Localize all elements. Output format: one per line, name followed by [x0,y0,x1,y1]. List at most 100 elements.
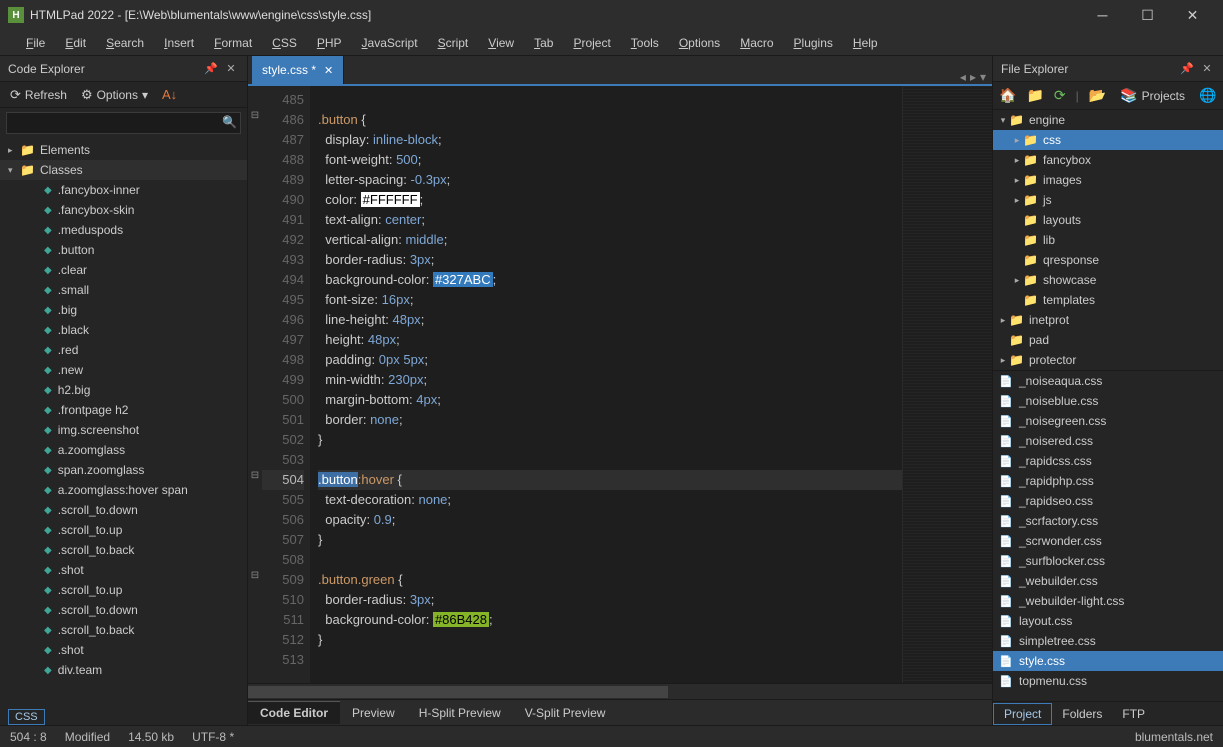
menu-php[interactable]: PHP [307,33,352,53]
folder-js[interactable]: ▸📁js [993,190,1223,210]
fe-tab-project[interactable]: Project [993,703,1052,725]
file-item[interactable]: 📄_rapidcss.css [993,451,1223,471]
class-item[interactable]: ◆img.screenshot [0,420,247,440]
class-item[interactable]: ◆.black [0,320,247,340]
options-button[interactable]: ⚙Options▾ [77,85,152,105]
new-folder-icon[interactable]: 📁 [1026,87,1043,104]
folder-showcase[interactable]: ▸📁showcase [993,270,1223,290]
class-item[interactable]: ◆.small [0,280,247,300]
class-item[interactable]: ◆.shot [0,560,247,580]
minimize-button[interactable]: ─ [1080,0,1125,30]
file-item[interactable]: 📄_scrfactory.css [993,511,1223,531]
class-item[interactable]: ◆.meduspods [0,220,247,240]
folder-layouts[interactable]: 📁layouts [993,210,1223,230]
menu-tools[interactable]: Tools [621,33,669,53]
folder-inetprot[interactable]: ▸📁inetprot [993,310,1223,330]
code-explorer-tree[interactable]: ▸📁Elements▾📁Classes◆.fancybox-inner◆.fan… [0,138,247,725]
menu-macro[interactable]: Macro [730,33,783,53]
menu-search[interactable]: Search [96,33,154,53]
close-button[interactable]: ✕ [1170,0,1215,30]
file-item[interactable]: 📄layout.css [993,611,1223,631]
class-item[interactable]: ◆div.team [0,660,247,680]
tree-group-elements[interactable]: ▸📁Elements [0,140,247,160]
class-item[interactable]: ◆.big [0,300,247,320]
class-item[interactable]: ◆.scroll_to.up [0,580,247,600]
file-item[interactable]: 📄_noisegreen.css [993,411,1223,431]
class-item[interactable]: ◆.scroll_to.back [0,540,247,560]
file-item[interactable]: 📄simpletree.css [993,631,1223,651]
tab-style-css[interactable]: style.css * ✕ [252,56,344,84]
sort-button[interactable]: A↓ [158,85,181,104]
fe-tab-folders[interactable]: Folders [1052,704,1112,724]
class-item[interactable]: ◆.clear [0,260,247,280]
menu-javascript[interactable]: JavaScript [352,33,428,53]
menu-view[interactable]: View [478,33,524,53]
refresh-icon[interactable]: ⟳ [1054,87,1066,104]
folder-qresponse[interactable]: 📁qresponse [993,250,1223,270]
menu-project[interactable]: Project [563,33,620,53]
code-editor[interactable]: ⊟⊟⊟ 485486487488489490491492493494495496… [248,86,992,683]
view-tab-v-split-preview[interactable]: V-Split Preview [513,702,618,724]
home-icon[interactable]: 🏠 [999,87,1016,104]
file-item[interactable]: 📄_noisered.css [993,431,1223,451]
class-item[interactable]: ◆.scroll_to.down [0,500,247,520]
class-item[interactable]: ◆.shot [0,640,247,660]
tab-menu-icon[interactable]: ▾ [980,70,986,84]
search-icon[interactable]: 🔍 [222,115,237,129]
class-item[interactable]: ◆.scroll_to.up [0,520,247,540]
folder-engine[interactable]: ▾📁engine [993,110,1223,130]
file-list[interactable]: 📄_noiseaqua.css📄_noiseblue.css📄_noisegre… [993,370,1223,701]
maximize-button[interactable]: ☐ [1125,0,1170,30]
view-tab-code-editor[interactable]: Code Editor [248,701,340,724]
class-item[interactable]: ◆.scroll_to.down [0,600,247,620]
tab-nav-right-icon[interactable]: ▸ [970,70,976,84]
panel-close-icon[interactable]: ✕ [223,61,239,77]
code-explorer-search-input[interactable] [6,112,241,134]
folder-images[interactable]: ▸📁images [993,170,1223,190]
tab-close-icon[interactable]: ✕ [324,64,333,77]
view-tab-h-split-preview[interactable]: H-Split Preview [407,702,513,724]
class-item[interactable]: ◆.new [0,360,247,380]
fe-tab-ftp[interactable]: FTP [1112,704,1155,724]
menu-format[interactable]: Format [204,33,262,53]
pin-icon[interactable]: 📌 [1179,61,1195,77]
status-encoding[interactable]: UTF-8 * [192,730,234,744]
pin-icon[interactable]: 📌 [203,61,219,77]
tree-group-classes[interactable]: ▾📁Classes [0,160,247,180]
folder-css[interactable]: ▸📁css [993,130,1223,150]
class-item[interactable]: ◆.frontpage h2 [0,400,247,420]
folder-tree[interactable]: ▾📁engine▸📁css▸📁fancybox▸📁images▸📁js📁layo… [993,110,1223,370]
folder-fancybox[interactable]: ▸📁fancybox [993,150,1223,170]
class-item[interactable]: ◆.button [0,240,247,260]
menu-edit[interactable]: Edit [55,33,96,53]
minimap[interactable] [902,86,992,683]
class-item[interactable]: ◆.red [0,340,247,360]
panel-close-icon[interactable]: ✕ [1199,61,1215,77]
class-item[interactable]: ◆span.zoomglass [0,460,247,480]
class-item[interactable]: ◆.fancybox-inner [0,180,247,200]
tab-nav-left-icon[interactable]: ◂ [960,70,966,84]
class-item[interactable]: ◆.fancybox-skin [0,200,247,220]
language-badge[interactable]: CSS [8,709,45,725]
class-item[interactable]: ◆a.zoomglass [0,440,247,460]
menu-file[interactable]: File [16,33,55,53]
code-area[interactable]: .button { display: inline-block; font-we… [310,86,902,683]
menu-help[interactable]: Help [843,33,888,53]
class-item[interactable]: ◆h2.big [0,380,247,400]
menu-tab[interactable]: Tab [524,33,563,53]
folder-icon[interactable]: 📂 [1089,87,1106,104]
file-item[interactable]: 📄_noiseaqua.css [993,371,1223,391]
view-tab-preview[interactable]: Preview [340,702,407,724]
menu-plugins[interactable]: Plugins [784,33,843,53]
folder-protector[interactable]: ▸📁protector [993,350,1223,370]
menu-options[interactable]: Options [669,33,730,53]
folder-pad[interactable]: 📁pad [993,330,1223,350]
file-item[interactable]: 📄_webuilder-light.css [993,591,1223,611]
folder-lib[interactable]: 📁lib [993,230,1223,250]
menu-script[interactable]: Script [428,33,479,53]
menu-insert[interactable]: Insert [154,33,204,53]
file-item[interactable]: 📄_rapidphp.css [993,471,1223,491]
file-item[interactable]: 📄_noiseblue.css [993,391,1223,411]
file-item[interactable]: 📄_surfblocker.css [993,551,1223,571]
menu-css[interactable]: CSS [262,33,307,53]
